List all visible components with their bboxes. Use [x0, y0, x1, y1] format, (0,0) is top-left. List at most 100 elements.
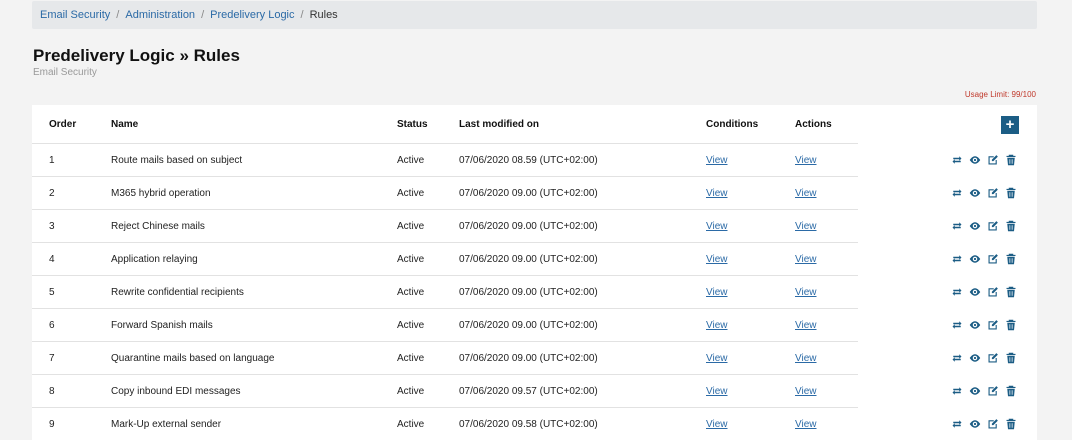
reorder-icon[interactable]: [950, 153, 963, 166]
cell-order: 4: [49, 254, 55, 265]
cell-last-modified: 07/06/2020 09.00 (UTC+02:00): [459, 320, 598, 331]
eye-icon[interactable]: [968, 285, 981, 298]
table-row: 7 Quarantine mails based on language Activ…: [32, 341, 1037, 374]
reorder-icon[interactable]: [950, 285, 963, 298]
header-last-modified[interactable]: Last modified on: [459, 119, 539, 130]
cell-order: 7: [49, 353, 55, 364]
eye-icon[interactable]: [968, 252, 981, 265]
cell-order: 9: [49, 419, 55, 430]
cell-status: Active: [397, 221, 425, 232]
trash-icon[interactable]: [1004, 384, 1017, 397]
cell-name: Quarantine mails based on language: [111, 353, 275, 364]
cell-name: Rewrite confidential recipients: [111, 287, 244, 298]
view-actions-link[interactable]: View: [795, 155, 817, 166]
view-actions-link[interactable]: View: [795, 188, 817, 199]
edit-icon[interactable]: [986, 252, 999, 265]
view-actions-link[interactable]: View: [795, 386, 817, 397]
eye-icon[interactable]: [968, 219, 981, 232]
reorder-icon[interactable]: [950, 318, 963, 331]
cell-status: Active: [397, 254, 425, 265]
breadcrumb: Email Security / Administration / Predeliver…: [32, 1, 1037, 29]
edit-icon[interactable]: [986, 285, 999, 298]
trash-icon[interactable]: [1004, 153, 1017, 166]
header-status[interactable]: Status: [397, 119, 428, 130]
cell-order: 3: [49, 221, 55, 232]
cell-last-modified: 07/06/2020 09.58 (UTC+02:00): [459, 419, 598, 430]
view-actions-link[interactable]: View: [795, 287, 817, 298]
trash-icon[interactable]: [1004, 318, 1017, 331]
eye-icon[interactable]: [968, 417, 981, 430]
reorder-icon[interactable]: [950, 186, 963, 199]
row-action-icons: [950, 384, 1017, 397]
view-conditions-link[interactable]: View: [706, 155, 728, 166]
view-conditions-link[interactable]: View: [706, 353, 728, 364]
reorder-icon[interactable]: [950, 219, 963, 232]
eye-icon[interactable]: [968, 153, 981, 166]
view-conditions-link[interactable]: View: [706, 254, 728, 265]
breadcrumb-separator: /: [201, 9, 205, 21]
view-conditions-link[interactable]: View: [706, 386, 728, 397]
edit-icon[interactable]: [986, 384, 999, 397]
breadcrumb-item[interactable]: Predelivery Logic: [210, 9, 294, 21]
row-action-icons: [950, 219, 1017, 232]
cell-order: 6: [49, 320, 55, 331]
view-conditions-link[interactable]: View: [706, 419, 728, 430]
edit-icon[interactable]: [986, 417, 999, 430]
edit-icon[interactable]: [986, 318, 999, 331]
header-order[interactable]: Order: [49, 119, 76, 130]
add-rule-button[interactable]: +: [1001, 116, 1019, 134]
view-actions-link[interactable]: View: [795, 320, 817, 331]
trash-icon[interactable]: [1004, 351, 1017, 364]
edit-icon[interactable]: [986, 219, 999, 232]
view-conditions-link[interactable]: View: [706, 188, 728, 199]
trash-icon[interactable]: [1004, 252, 1017, 265]
trash-icon[interactable]: [1004, 417, 1017, 430]
view-actions-link[interactable]: View: [795, 353, 817, 364]
reorder-icon[interactable]: [950, 252, 963, 265]
eye-icon[interactable]: [968, 384, 981, 397]
header-actions[interactable]: Actions: [795, 119, 832, 130]
cell-order: 5: [49, 287, 55, 298]
view-actions-link[interactable]: View: [795, 419, 817, 430]
trash-icon[interactable]: [1004, 285, 1017, 298]
page-subtitle: Email Security: [33, 67, 97, 78]
header-conditions[interactable]: Conditions: [706, 119, 758, 130]
edit-icon[interactable]: [986, 186, 999, 199]
table-row: 8 Copy inbound EDI messages Active 07/06/20…: [32, 374, 1037, 407]
reorder-icon[interactable]: [950, 417, 963, 430]
header-name[interactable]: Name: [111, 119, 138, 130]
cell-name: Reject Chinese mails: [111, 221, 205, 232]
cell-status: Active: [397, 188, 425, 199]
trash-icon[interactable]: [1004, 219, 1017, 232]
edit-icon[interactable]: [986, 153, 999, 166]
breadcrumb-item[interactable]: Email Security: [40, 9, 110, 21]
row-action-icons: [950, 351, 1017, 364]
edit-icon[interactable]: [986, 351, 999, 364]
cell-status: Active: [397, 386, 425, 397]
cell-status: Active: [397, 353, 425, 364]
view-conditions-link[interactable]: View: [706, 221, 728, 232]
cell-status: Active: [397, 320, 425, 331]
cell-last-modified: 07/06/2020 09.00 (UTC+02:00): [459, 188, 598, 199]
table-row: 9 Mark-Up external sender Active 07/06/2020…: [32, 407, 1037, 440]
table-row: 3 Reject Chinese mails Active 07/06/2020 09…: [32, 209, 1037, 242]
trash-icon[interactable]: [1004, 186, 1017, 199]
reorder-icon[interactable]: [950, 351, 963, 364]
eye-icon[interactable]: [968, 318, 981, 331]
table-row: 4 Application relaying Active 07/06/2020 09…: [32, 242, 1037, 275]
view-actions-link[interactable]: View: [795, 221, 817, 232]
breadcrumb-item[interactable]: Administration: [125, 9, 195, 21]
cell-name: Copy inbound EDI messages: [111, 386, 241, 397]
cell-status: Active: [397, 419, 425, 430]
table-body: 1 Route mails based on subject Active 07/06…: [32, 143, 1037, 440]
row-action-icons: [950, 417, 1017, 430]
eye-icon[interactable]: [968, 186, 981, 199]
view-actions-link[interactable]: View: [795, 254, 817, 265]
eye-icon[interactable]: [968, 351, 981, 364]
view-conditions-link[interactable]: View: [706, 320, 728, 331]
table-row: 5 Rewrite confidential recipients Active 07…: [32, 275, 1037, 308]
cell-name: Application relaying: [111, 254, 198, 265]
reorder-icon[interactable]: [950, 384, 963, 397]
cell-name: Mark-Up external sender: [111, 419, 222, 430]
view-conditions-link[interactable]: View: [706, 287, 728, 298]
